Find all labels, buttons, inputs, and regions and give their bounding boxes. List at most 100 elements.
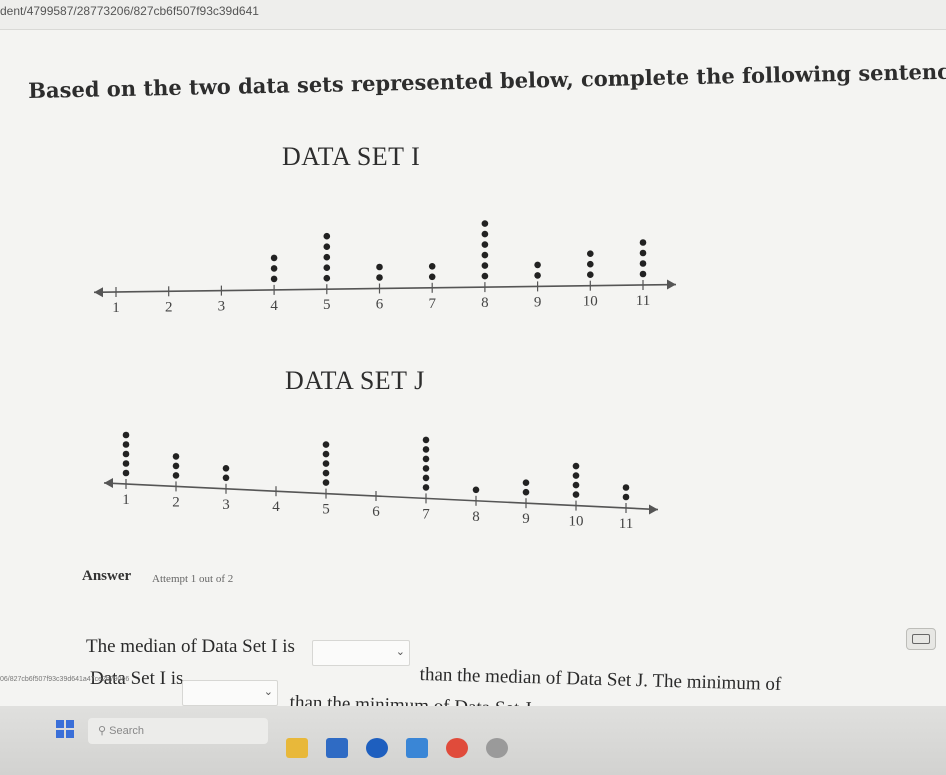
question-instructions: Based on the two data sets represented b…: [28, 58, 946, 103]
tick-label: 10: [569, 514, 584, 530]
tick-label: 11: [619, 516, 633, 532]
tick-label: 2: [172, 494, 180, 510]
data-dot: [322, 450, 330, 458]
data-set-j-dot-plot: 1 2 3 4 5 6 7 8 9 10 11: [103, 431, 659, 532]
sentence-1-part-2: than the median of Data Set J. The minim…: [419, 664, 782, 696]
data-dot: [222, 465, 230, 472]
tick-label: 8: [472, 509, 480, 525]
data-dot: [639, 270, 647, 278]
tick-label: 9: [522, 511, 530, 527]
file-explorer-icon[interactable]: [286, 738, 308, 758]
windows-logo-icon[interactable]: [56, 720, 74, 738]
data-dot: [376, 263, 383, 271]
data-dot: [122, 460, 130, 467]
data-dot: [323, 274, 331, 282]
data-dot: [270, 275, 278, 283]
data-dot: [122, 469, 130, 477]
data-dot: [572, 472, 580, 479]
data-dot: [481, 230, 489, 238]
data-dot: [422, 436, 430, 444]
data-dot: [422, 484, 430, 491]
outlook-icon[interactable]: [366, 738, 388, 758]
status-url: 06/827cb6f507f93c39d641a47ce2b790e6: [0, 676, 130, 683]
data-dot: [422, 446, 430, 453]
tick-label: 7: [428, 296, 436, 312]
data-dot: [522, 479, 530, 486]
data-dot: [422, 474, 430, 482]
data-dot: [322, 441, 330, 448]
data-dot: [122, 431, 130, 439]
data-dot: [172, 462, 180, 470]
attempt-counter: Attempt 1 out of 2: [152, 573, 234, 585]
data-dot: [322, 460, 330, 467]
data-dot: [622, 493, 630, 501]
number-line: [93, 283, 677, 294]
taskbar-search-input[interactable]: ⚲ Search: [88, 718, 268, 744]
data-dot: [534, 261, 541, 269]
data-dot: [376, 274, 383, 281]
tick-label: 1: [122, 492, 130, 508]
median-comparison-dropdown[interactable]: ⌄: [312, 640, 410, 666]
data-dot: [639, 260, 647, 267]
chrome-icon[interactable]: [446, 738, 468, 758]
data-dot: [587, 260, 594, 268]
data-dot: [587, 250, 594, 257]
arrow-left-icon: [104, 477, 113, 488]
data-dot: [323, 243, 331, 250]
data-dot: [534, 272, 541, 279]
tick-label: 6: [372, 504, 380, 520]
data-dot: [172, 472, 180, 479]
address-bar[interactable]: dent/4799587/28773206/827cb6f507f93c39d6…: [0, 0, 946, 30]
data-dot: [422, 465, 430, 472]
data-dot: [639, 239, 647, 246]
minimum-comparison-dropdown[interactable]: ⌄: [182, 680, 278, 706]
data-dot: [522, 488, 530, 496]
keyboard-icon[interactable]: [906, 628, 936, 650]
data-dot: [322, 469, 330, 477]
search-placeholder: Search: [109, 725, 144, 737]
data-dot: [428, 263, 436, 270]
data-dot: [481, 262, 489, 269]
tick-label: 8: [481, 295, 489, 311]
data-dot: [481, 220, 489, 227]
app-icon[interactable]: [406, 738, 428, 758]
data-dot: [322, 479, 330, 486]
tick-label: 4: [272, 499, 280, 515]
tick-label: 11: [636, 293, 650, 309]
chevron-down-icon: ⌄: [263, 686, 273, 698]
data-dot: [270, 265, 278, 272]
url-text: dent/4799587/28773206/827cb6f507f93c39d6…: [0, 4, 259, 18]
data-dot: [323, 232, 331, 240]
data-dot: [587, 271, 594, 278]
tick-label: 9: [534, 294, 542, 310]
tick-label: 3: [222, 497, 230, 513]
data-dot: [481, 272, 489, 280]
tick-label: 1: [112, 300, 120, 316]
app-icon[interactable]: [486, 738, 508, 758]
taskbar: ⚲ Search: [0, 706, 946, 775]
arrow-right-icon: [667, 279, 676, 290]
data-dot: [122, 441, 130, 448]
tick-label: 4: [270, 298, 278, 314]
data-dot: [572, 462, 580, 470]
data-set-i-dot-plot: 1 2 3 4 5 6 7 8 9 10 11: [93, 220, 677, 316]
tick-label: 5: [322, 502, 330, 518]
tick-label: 10: [583, 294, 598, 310]
data-set-i-title: DATA SET I: [282, 142, 421, 171]
data-dot: [323, 253, 331, 261]
data-dot: [428, 273, 436, 281]
data-dot: [481, 241, 489, 248]
data-set-j-title: DATA SET J: [285, 366, 425, 395]
arrow-right-icon: [649, 504, 658, 515]
data-dot: [422, 455, 430, 463]
data-dot: [481, 251, 489, 259]
tick-label: 6: [376, 297, 384, 313]
tick-label: 5: [323, 297, 331, 313]
tick-label: 2: [165, 299, 173, 315]
data-dot: [472, 486, 480, 494]
store-icon[interactable]: [326, 738, 348, 758]
search-icon: ⚲: [98, 725, 107, 737]
data-dot: [323, 264, 331, 271]
data-dot: [122, 450, 130, 458]
tick-label: 3: [218, 299, 226, 315]
